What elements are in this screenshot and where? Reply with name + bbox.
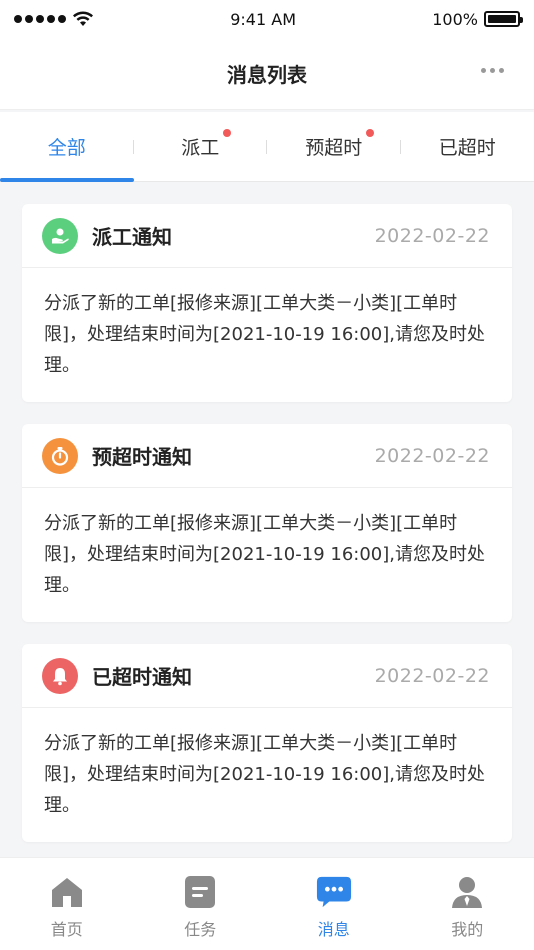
card-title: 已超时通知 xyxy=(92,665,192,689)
card-body: 分派了新的工单[报修来源][工单大类－小类][工单时限]，处理结束时间为[202… xyxy=(44,733,485,816)
status-time: 9:41 AM xyxy=(230,9,296,29)
bottom-tab-bar: 首页 任务 消息 我的 xyxy=(0,857,534,950)
card-header: 已超时通知 2022-02-22 xyxy=(22,644,512,708)
unread-dot xyxy=(366,129,375,137)
dispatch-icon xyxy=(42,217,78,254)
page-title: 消息列表 xyxy=(227,63,307,87)
status-bar: 9:41 AM 100% xyxy=(0,0,534,38)
tabbar-label: 首页 xyxy=(50,920,83,939)
timer-icon xyxy=(42,437,78,474)
tab-label-text: 派工 xyxy=(181,137,220,159)
message-list: 派工通知 2022-02-22 分派了新的工单[报修来源][工单大类－小类][工… xyxy=(22,204,512,864)
card-title: 派工通知 xyxy=(92,225,172,249)
tab-label: 派工 xyxy=(181,129,232,160)
tabbar-home[interactable]: 首页 xyxy=(0,858,134,950)
tab-dispatch[interactable]: 派工 xyxy=(134,112,267,181)
tab-timed-out[interactable]: 已超时 xyxy=(401,112,534,181)
message-card[interactable]: 预超时通知 2022-02-22 分派了新的工单[报修来源][工单大类－小类][… xyxy=(22,424,512,622)
card-body: 分派了新的工单[报修来源][工单大类－小类][工单时限]，处理结束时间为[202… xyxy=(44,293,485,376)
tab-label-text: 预超时 xyxy=(305,137,363,159)
tab-label: 全部 xyxy=(47,137,86,159)
tabbar-label: 我的 xyxy=(451,920,484,939)
battery-icon xyxy=(483,11,523,27)
card-date: 2022-02-22 xyxy=(374,444,490,467)
tabbar-message[interactable]: 消息 xyxy=(267,858,401,950)
tabbar-profile[interactable]: 我的 xyxy=(401,858,534,950)
tab-pre-timeout[interactable]: 预超时 xyxy=(267,112,401,181)
message-card[interactable]: 已超时通知 2022-02-22 分派了新的工单[报修来源][工单大类－小类][… xyxy=(22,644,512,842)
more-dot-icon xyxy=(481,68,486,73)
wifi-icon xyxy=(73,11,93,26)
more-dot-icon xyxy=(490,68,495,73)
more-dot-icon xyxy=(499,68,504,73)
nav-bar: 消息列表 xyxy=(0,38,534,110)
card-header: 派工通知 2022-02-22 xyxy=(22,204,512,268)
tabbar-label: 消息 xyxy=(317,920,350,939)
profile-icon xyxy=(449,874,485,910)
tabbar-label: 任务 xyxy=(184,920,217,939)
task-icon xyxy=(182,874,218,910)
message-card[interactable]: 派工通知 2022-02-22 分派了新的工单[报修来源][工单大类－小类][工… xyxy=(22,204,512,402)
card-body: 分派了新的工单[报修来源][工单大类－小类][工单时限]，处理结束时间为[202… xyxy=(44,513,485,596)
unread-dot xyxy=(223,129,232,137)
card-date: 2022-02-22 xyxy=(374,224,490,247)
filter-tabs: 全部 派工 预超时 已超时 xyxy=(0,112,534,182)
battery-percent: 100% xyxy=(432,9,478,29)
tab-label: 预超时 xyxy=(305,129,375,160)
card-date: 2022-02-22 xyxy=(374,664,490,687)
signal-icon xyxy=(14,15,66,23)
card-header: 预超时通知 2022-02-22 xyxy=(22,424,512,488)
card-title: 预超时通知 xyxy=(92,445,192,469)
status-right: 100% xyxy=(432,9,523,29)
bell-icon xyxy=(42,657,78,694)
tab-all[interactable]: 全部 xyxy=(0,112,134,182)
tabbar-task[interactable]: 任务 xyxy=(134,858,268,950)
more-button[interactable] xyxy=(481,68,504,73)
tab-label: 已超时 xyxy=(438,137,496,159)
home-icon xyxy=(49,874,85,910)
message-icon xyxy=(316,874,352,910)
status-left xyxy=(14,11,94,27)
